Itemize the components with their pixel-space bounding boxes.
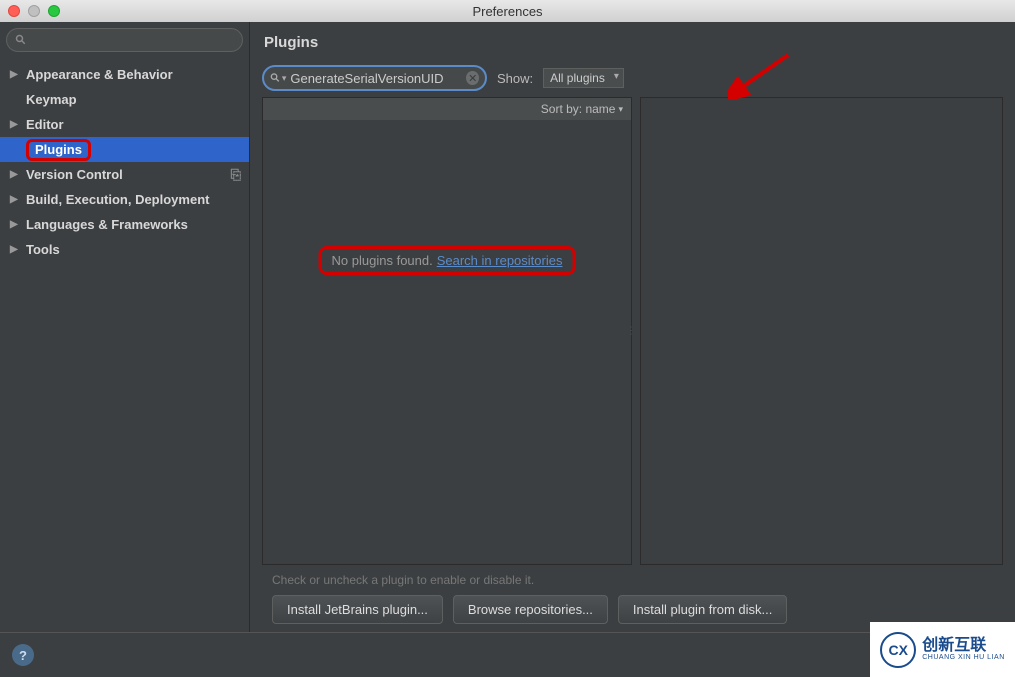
footer: ? Cancel [0,632,1015,677]
sidebar-item-label: Appearance & Behavior [26,67,173,82]
project-settings-icon: ⎘ [231,167,241,183]
sidebar-item-label: Keymap [26,92,77,107]
sidebar-item-appearance[interactable]: ▶Appearance & Behavior [0,62,249,87]
help-button[interactable]: ? [12,644,34,666]
main-area: ▶Appearance & Behavior ▶Keymap ▶Editor ▶… [0,22,1015,632]
sidebar-item-label: Tools [26,242,60,257]
search-repositories-link[interactable]: Search in repositories [437,253,563,268]
plugin-search-input[interactable] [290,71,466,86]
search-icon [15,34,27,46]
sidebar-item-label: Version Control [26,167,123,182]
sidebar-item-label: Build, Execution, Deployment [26,192,209,207]
sidebar: ▶Appearance & Behavior ▶Keymap ▶Editor ▶… [0,22,250,632]
sidebar-item-label: Languages & Frameworks [26,217,188,232]
page-title: Plugins [264,34,1003,51]
plugin-detail-panel [640,97,1003,565]
browse-repositories-button[interactable]: Browse repositories... [453,595,608,624]
sidebar-item-version-control[interactable]: ▶Version Control⎘ [0,162,249,187]
panels: Sort by: name▾ No plugins found. Search … [262,97,1003,565]
show-label: Show: [497,71,533,86]
watermark-en: CHUANG XIN HU LIAN [922,654,1005,661]
plugin-action-buttons: Install JetBrains plugin... Browse repos… [272,595,1003,624]
watermark-cn: 创新互联 [922,638,1005,654]
sidebar-item-languages[interactable]: ▶Languages & Frameworks [0,212,249,237]
sidebar-item-label: Plugins [26,139,91,161]
sidebar-item-keymap[interactable]: ▶Keymap [0,87,249,112]
watermark: CX 创新互联 CHUANG XIN HU LIAN [870,622,1015,677]
settings-tree: ▶Appearance & Behavior ▶Keymap ▶Editor ▶… [0,58,249,262]
no-plugins-message: No plugins found. Search in repositories [319,246,576,275]
titlebar: Preferences [0,0,1015,22]
sort-bar[interactable]: Sort by: name▾ [263,98,631,120]
content-area: Plugins ▾ ✕ Show: All plugins Sort by: n… [250,22,1015,632]
watermark-logo-icon: CX [880,632,916,668]
show-filter-select[interactable]: All plugins [543,68,624,88]
install-from-disk-button[interactable]: Install plugin from disk... [618,595,787,624]
plugin-list-panel: Sort by: name▾ No plugins found. Search … [262,97,632,565]
sidebar-item-tools[interactable]: ▶Tools [0,237,249,262]
sidebar-search[interactable] [6,28,243,52]
sidebar-item-build[interactable]: ▶Build, Execution, Deployment [0,187,249,212]
hint-text: Check or uncheck a plugin to enable or d… [272,573,1003,587]
chevron-down-icon: ▾ [618,104,623,115]
resize-handle[interactable]: ⋮ [626,326,634,337]
plugin-search-row: ▾ ✕ Show: All plugins [262,65,1003,91]
search-options-icon[interactable]: ▾ [282,73,287,84]
sidebar-item-plugins[interactable]: ▶Plugins [0,137,249,162]
no-plugins-text: No plugins found. [332,253,433,268]
sidebar-item-editor[interactable]: ▶Editor [0,112,249,137]
install-jetbrains-button[interactable]: Install JetBrains plugin... [272,595,443,624]
window-title: Preferences [0,4,1015,19]
search-icon [270,72,281,84]
sidebar-item-label: Editor [26,117,64,132]
clear-search-icon[interactable]: ✕ [466,71,479,85]
plugin-search-field[interactable]: ▾ ✕ [262,65,487,91]
